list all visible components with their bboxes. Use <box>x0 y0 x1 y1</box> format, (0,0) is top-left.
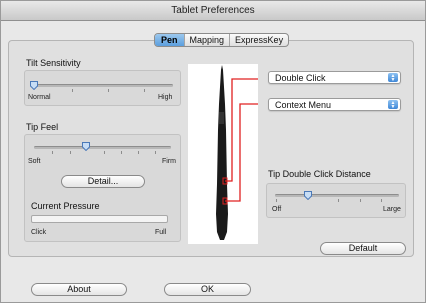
tip-double-click-tick <box>338 199 339 202</box>
tilt-tick <box>72 89 73 92</box>
pressure-meter <box>31 215 168 223</box>
about-button[interactable]: About <box>31 283 127 296</box>
tip-feel-slider-thumb[interactable] <box>82 142 90 151</box>
tip-feel-tick <box>52 151 53 154</box>
slider-pointer-icon <box>30 81 38 90</box>
tip-feel-tick <box>138 151 139 154</box>
tip-feel-max-label: Firm <box>162 158 176 165</box>
tab-mapping[interactable]: Mapping <box>185 34 231 46</box>
window-title: Tablet Preferences <box>1 1 425 21</box>
up-down-arrows-icon: ▲ ▼ <box>388 73 398 83</box>
tip-feel-tick <box>121 151 122 154</box>
tip-double-click-title: Tip Double Click Distance <box>268 169 371 179</box>
lower-button-value: Context Menu <box>275 100 332 110</box>
slider-pointer-icon <box>304 191 312 200</box>
default-button[interactable]: Default <box>320 242 406 255</box>
tilt-max-label: High <box>158 94 173 101</box>
pen-icon <box>216 65 268 240</box>
tab-expresskey[interactable]: ExpressKey <box>230 34 288 46</box>
tip-double-click-min-label: Off <box>272 206 282 213</box>
tip-double-click-max-label: Large <box>383 206 401 213</box>
pen-illustration <box>188 64 268 244</box>
tip-double-click-slider-track[interactable] <box>275 194 399 197</box>
tilt-sensitivity-title: Tilt Sensitivity <box>26 58 81 68</box>
tip-feel-tick <box>155 151 156 154</box>
tilt-slider-track[interactable] <box>32 84 173 87</box>
tip-double-click-tick <box>381 199 382 202</box>
tip-feel-min-label: Soft <box>28 158 41 165</box>
tip-double-click-slider-thumb[interactable] <box>304 191 312 200</box>
tilt-tick <box>144 89 145 92</box>
detail-button[interactable]: Detail... <box>61 175 145 188</box>
upper-button-value: Double Click <box>275 73 326 83</box>
pressure-max-label: Full <box>155 229 167 236</box>
pressure-min-label: Click <box>31 229 47 236</box>
tilt-slider-thumb[interactable] <box>30 81 38 90</box>
tilt-tick <box>108 89 109 92</box>
current-pressure-title: Current Pressure <box>31 201 100 211</box>
tip-feel-tick <box>70 151 71 154</box>
tip-feel-title: Tip Feel <box>26 122 59 132</box>
lower-button-dropdown[interactable]: Context Menu ▲ ▼ <box>268 98 401 111</box>
tip-feel-group <box>24 134 181 242</box>
slider-pointer-icon <box>82 142 90 151</box>
tab-bar: Pen Mapping ExpressKey <box>154 33 290 47</box>
tilt-min-label: Normal <box>28 94 51 101</box>
tip-feel-tick <box>104 151 105 154</box>
upper-button-dropdown[interactable]: Double Click ▲ ▼ <box>268 71 401 84</box>
tip-double-click-tick <box>276 199 277 202</box>
up-down-arrows-icon: ▲ ▼ <box>388 100 398 110</box>
tip-double-click-tick <box>360 199 361 202</box>
tab-pen[interactable]: Pen <box>155 34 185 46</box>
tip-feel-slider-track[interactable] <box>34 146 171 149</box>
ok-button[interactable]: OK <box>164 283 251 296</box>
